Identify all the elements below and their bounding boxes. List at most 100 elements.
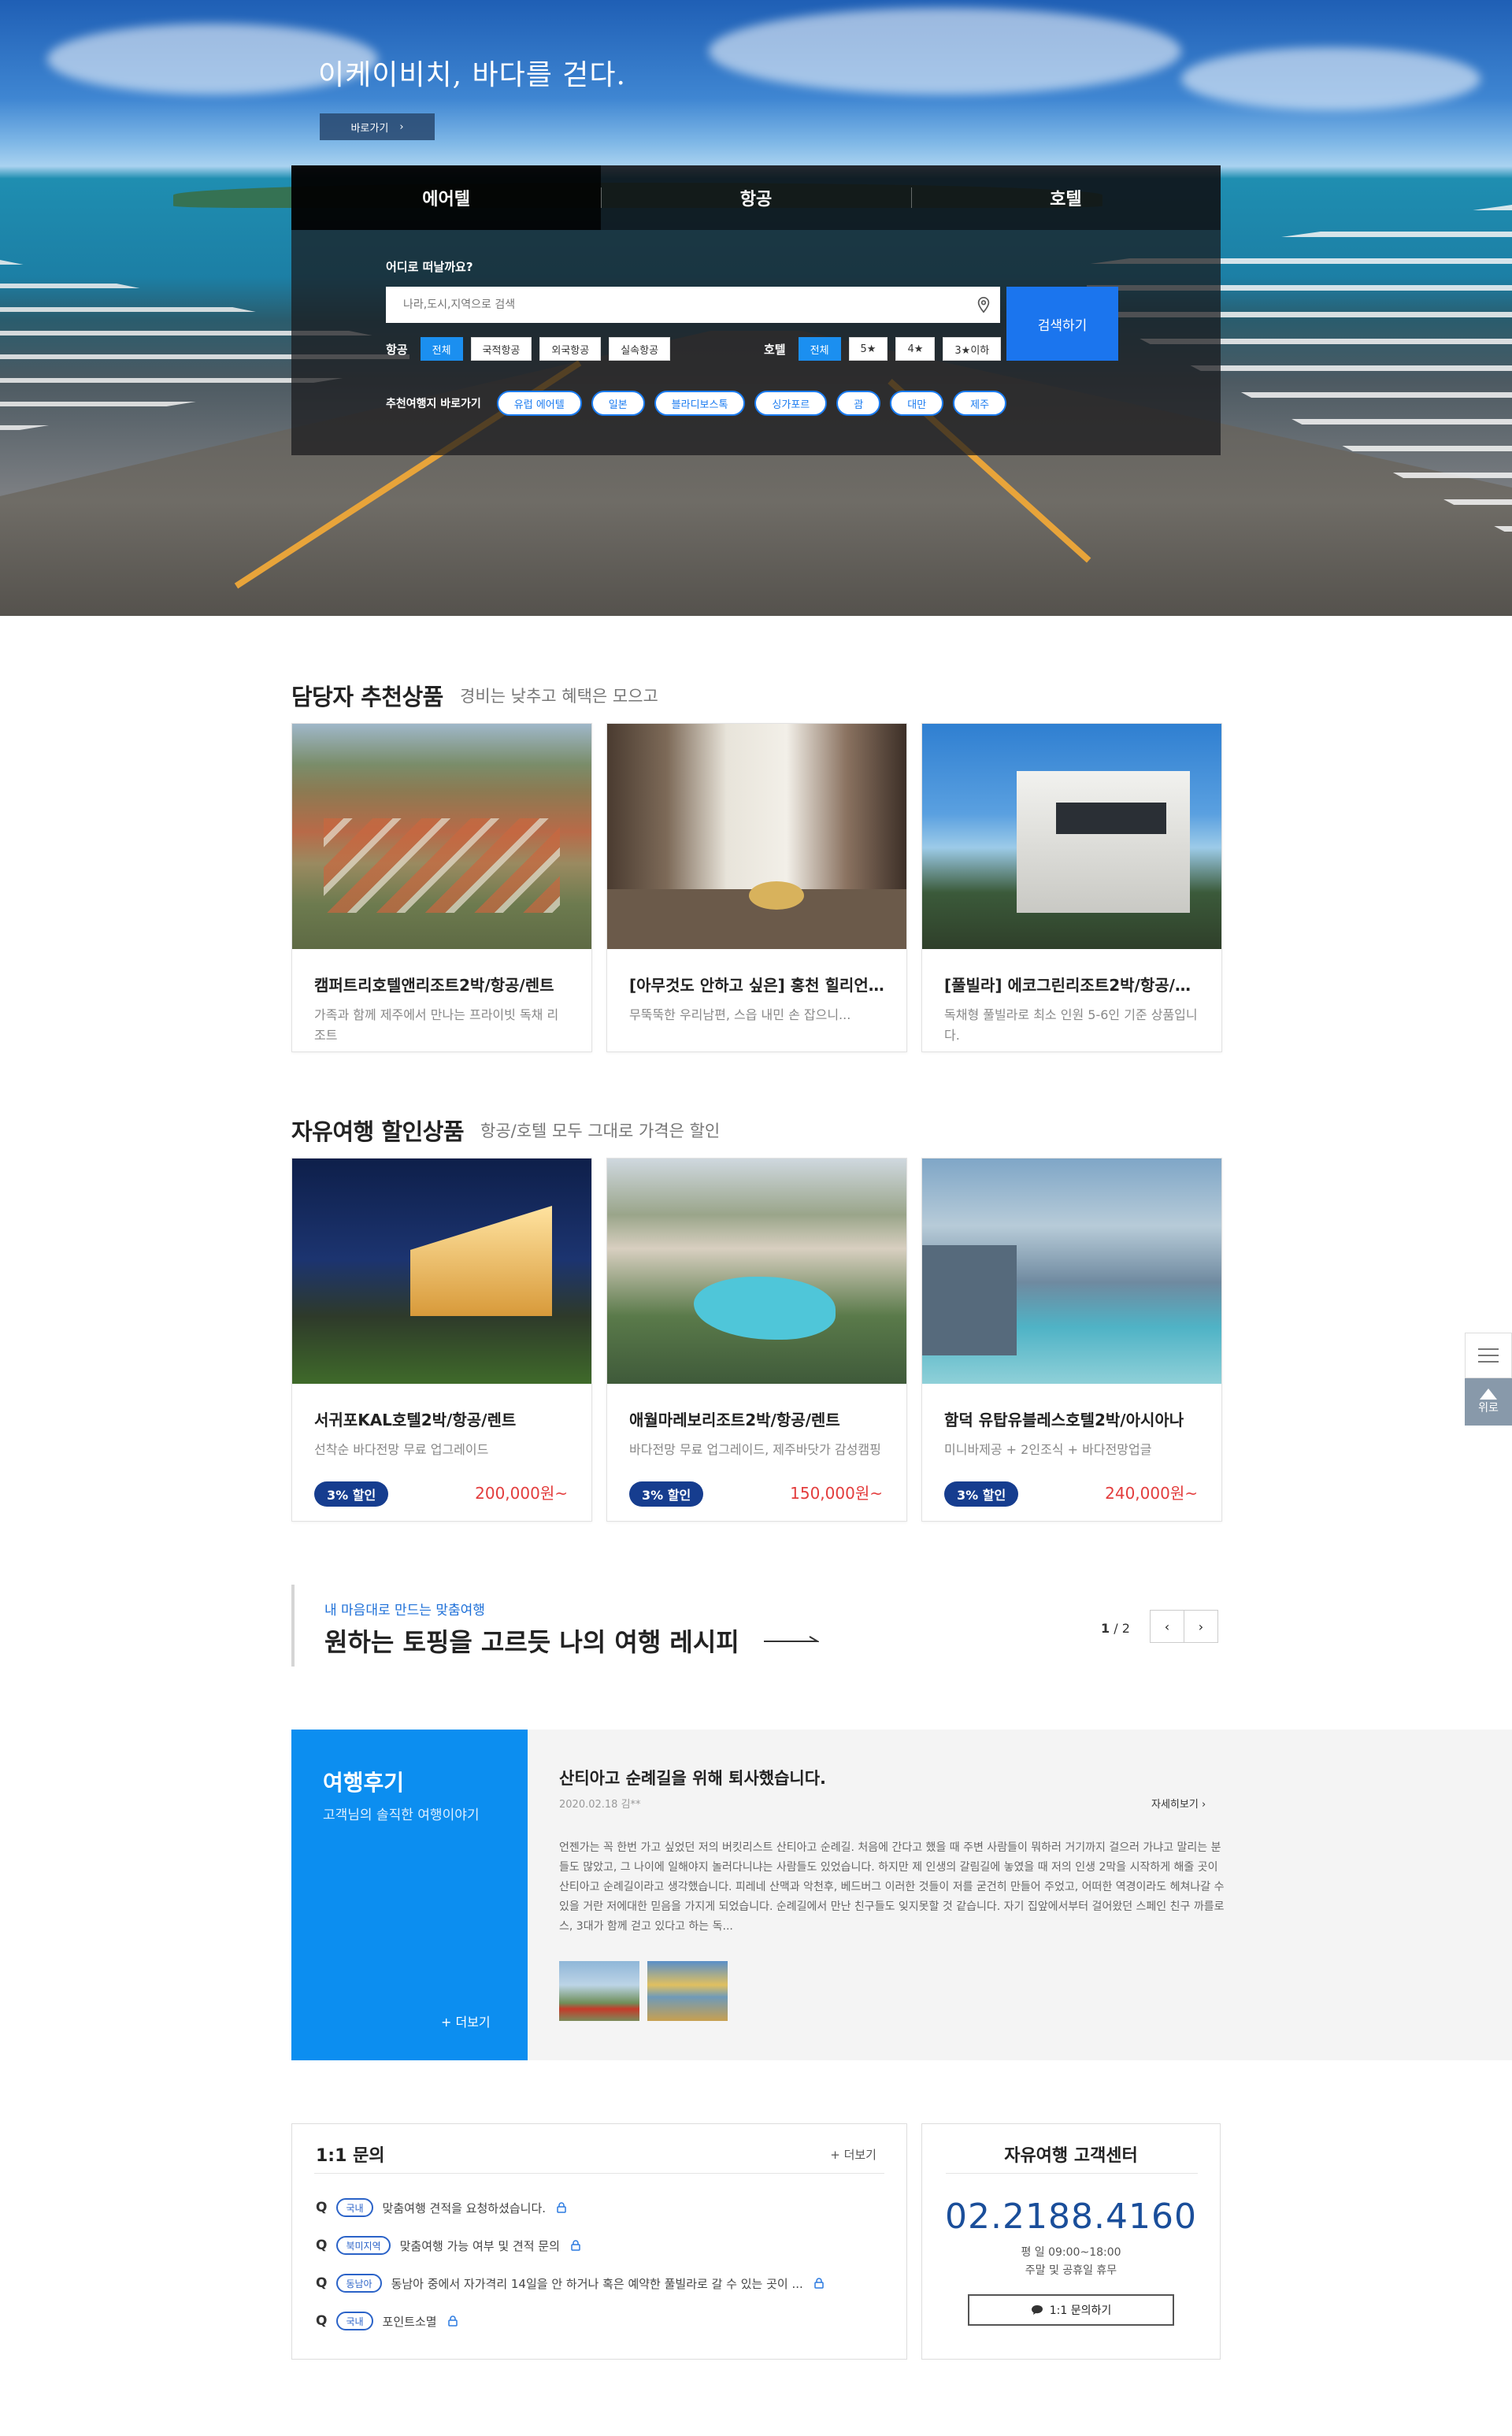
discount-badge: 3% 할인 [314, 1481, 389, 1507]
section-title: 담당자 추천상품 [291, 684, 443, 710]
reco-singapore[interactable]: 싱가포르 [754, 391, 828, 416]
review-subheading: 고객님의 솔직한 여행이야기 [323, 1808, 480, 1823]
reco-japan[interactable]: 일본 [591, 391, 645, 416]
prev-button[interactable]: ‹ [1150, 1610, 1184, 1643]
reco-europe[interactable]: 유럽 에어텔 [496, 391, 582, 416]
q-icon: Q [316, 2313, 328, 2329]
review-post-title[interactable]: 산티아고 순례길을 위해 퇴사했습니다. [559, 1766, 826, 1789]
tab-hotel[interactable]: 호텔 [910, 165, 1221, 230]
product-desc: 바다전망 무료 업그레이드, 제주바닷가 감성캠핑 [629, 1442, 881, 1457]
product-image [292, 1159, 591, 1384]
hero-title: 이케이비치, 바다를 걷다. [318, 59, 626, 91]
search-button[interactable]: 검색하기 [1006, 287, 1118, 361]
hotel-filter-all[interactable]: 전체 [798, 337, 841, 361]
scroll-top-button[interactable]: 위로 [1465, 1378, 1512, 1426]
hamburger-menu-icon [1478, 1348, 1499, 1363]
reco-guam[interactable]: 괌 [836, 391, 881, 416]
pager-total: / 2 [1114, 1621, 1130, 1636]
search-question: 어디로 떠날까요? [386, 260, 473, 274]
hero-cloud [709, 8, 1181, 95]
chevron-right-icon: › [1198, 1618, 1204, 1634]
next-button[interactable]: › [1184, 1610, 1218, 1643]
qna-text: 동남아 중에서 자가격리 14일을 안 하거나 혹은 예약한 풀빌라로 갈 수 … [391, 2276, 803, 2291]
review-photo[interactable] [647, 1961, 728, 2021]
qna-tag: 북미지역 [336, 2236, 391, 2255]
product-desc: 가족과 함께 제주에서 만나는 프라이빗 독채 리조트 [314, 1007, 559, 1043]
qna-tag: 동남아 [336, 2274, 382, 2293]
review-detail-link[interactable]: 자세히보기 › [1151, 1796, 1206, 1811]
air-filter-all[interactable]: 전체 [420, 337, 463, 361]
hotel-filter-4star[interactable]: 4★ [895, 337, 936, 361]
qna-box: 1:1 문의 + 더보기 Q 국내 맞춤여행 견적을 요청하셨습니다. Q 북미지역 맞… [291, 2123, 907, 2360]
reco-jeju[interactable]: 제주 [953, 391, 1007, 416]
qna-item[interactable]: Q 국내 포인트소멸 [316, 2312, 459, 2330]
qna-item[interactable]: Q 북미지역 맞춤여행 가능 여부 및 견적 문의 [316, 2236, 582, 2255]
banner-subtitle: 내 마음대로 만드는 맞춤여행 [324, 1603, 485, 1618]
price: 240,000원~ [1105, 1484, 1198, 1503]
qna-item[interactable]: Q 국내 맞춤여행 견적을 요청하셨습니다. [316, 2198, 568, 2217]
hero-cloud [1181, 47, 1480, 110]
qna-text: 포인트소멸 [382, 2314, 437, 2329]
product-title: 애월마레보리조트2박/항공/렌트 [629, 1411, 840, 1429]
search-input[interactable] [386, 287, 1000, 323]
arrow-up-icon [1480, 1389, 1497, 1400]
price: 200,000원~ [475, 1484, 568, 1503]
air-filter-domestic[interactable]: 국적항공 [470, 337, 532, 361]
hotel-filter-label: 호텔 [764, 342, 786, 357]
review-photo[interactable] [559, 1961, 639, 2021]
q-icon: Q [316, 2275, 328, 2291]
product-image [607, 724, 906, 949]
qna-title: 1:1 문의 [316, 2146, 385, 2166]
reco-vladivostok[interactable]: 블라디보스톡 [654, 391, 746, 416]
deal-card[interactable]: 함덕 유탑유블레스호텔2박/아시아나 미니바제공 + 2인조식 + 바다전망업글… [921, 1158, 1222, 1522]
inquiry-button[interactable]: 1:1 문의하기 [968, 2294, 1174, 2326]
air-filter-budget[interactable]: 실속항공 [609, 337, 671, 361]
product-image [607, 1159, 906, 1384]
chevron-right-icon: › [399, 121, 404, 133]
product-image [922, 1159, 1221, 1384]
location-pin-icon[interactable] [975, 296, 992, 313]
cs-phone[interactable]: 02.2188.4160 [922, 2197, 1220, 2237]
deal-card[interactable]: 서귀포KAL호텔2박/항공/렌트 선착순 바다전망 무료 업그레이드 3% 할인… [291, 1158, 592, 1522]
review-more-button[interactable]: + 더보기 [441, 2011, 491, 2030]
lock-icon [814, 2278, 824, 2289]
deal-card[interactable]: 애월마레보리조트2박/항공/렌트 바다전망 무료 업그레이드, 제주바닷가 감성… [606, 1158, 907, 1522]
product-desc: 선착순 바다전망 무료 업그레이드 [314, 1442, 489, 1457]
floating-menu-button[interactable] [1465, 1333, 1512, 1378]
hotel-filter-5star[interactable]: 5★ [848, 337, 888, 361]
search-panel: 에어텔 항공 호텔 어디로 떠날까요? 검색하기 항공 전체 국적항공 외국항공… [291, 165, 1221, 455]
discount-badge: 3% 할인 [944, 1481, 1019, 1507]
reco-taiwan[interactable]: 대만 [890, 391, 944, 416]
cs-hours-weekday: 평 일 09:00~18:00 [1021, 2246, 1121, 2259]
qna-text: 맞춤여행 가능 여부 및 견적 문의 [399, 2238, 560, 2253]
product-card[interactable]: [아무것도 안하고 싶은] 홍천 힐리언스 선마을 무뚝뚝한 우리남편, 스읍 … [606, 723, 907, 1052]
product-title: 함덕 유탑유블레스호텔2박/아시아나 [944, 1411, 1184, 1429]
tab-airtel[interactable]: 에어텔 [291, 165, 602, 230]
cs-title: 자유여행 고객센터 [1004, 2146, 1138, 2166]
hero-banner: 이케이비치, 바다를 걷다. 바로가기 › 에어텔 항공 호텔 어디로 떠날까요… [0, 0, 1512, 616]
long-arrow-icon[interactable] [764, 1635, 819, 1646]
product-title: [풀빌라] 에코그린리조트2박/항공/렌트 [944, 976, 1199, 995]
divider [314, 2173, 884, 2174]
price: 150,000원~ [790, 1484, 883, 1503]
air-filter-foreign[interactable]: 외국항공 [539, 337, 602, 361]
hotel-filter-3star[interactable]: 3★이하 [943, 337, 1002, 361]
hero-shortcut-button[interactable]: 바로가기 › [320, 113, 435, 140]
product-card[interactable]: [풀빌라] 에코그린리조트2박/항공/렌트 독채형 풀빌라로 최소 인원 5-6… [921, 723, 1222, 1052]
product-title: 캠퍼트리호텔앤리조트2박/항공/렌트 [314, 976, 554, 995]
review-panel: 여행후기 고객님의 솔직한 여행이야기 + 더보기 [291, 1730, 528, 2060]
banner-bar [291, 1585, 295, 1667]
pager-current: 1 [1101, 1621, 1110, 1636]
banner-title[interactable]: 원하는 토핑을 고르듯 나의 여행 레시피 [324, 1622, 739, 1659]
product-image [292, 724, 591, 949]
q-icon: Q [316, 2238, 328, 2253]
lock-icon [571, 2240, 580, 2251]
qna-more-button[interactable]: + 더보기 [830, 2146, 876, 2163]
section-subtitle: 항공/호텔 모두 그대로 가격은 할인 [480, 1122, 721, 1140]
qna-item[interactable]: Q 동남아 동남아 중에서 자가격리 14일을 안 하거나 혹은 예약한 풀빌라로 … [316, 2274, 825, 2293]
pager: 1 / 2 [1101, 1621, 1130, 1636]
product-card[interactable]: 캠퍼트리호텔앤리조트2박/항공/렌트 가족과 함께 제주에서 만나는 프라이빗 … [291, 723, 592, 1052]
tab-air[interactable]: 항공 [601, 165, 911, 230]
divider [946, 2173, 1198, 2174]
lock-icon [557, 2202, 566, 2213]
